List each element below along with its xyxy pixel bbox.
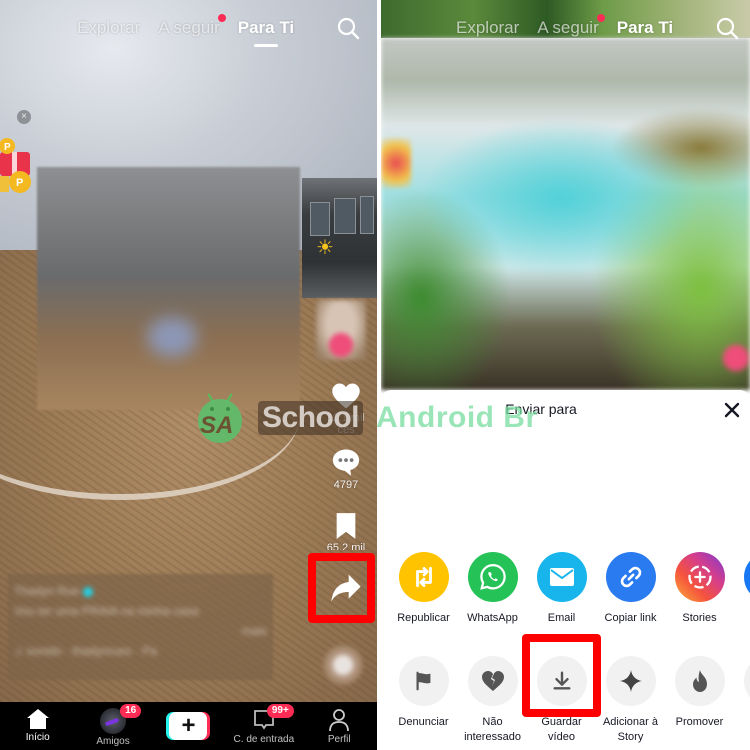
action-adicionar-story-label: Adicionar à Story	[602, 716, 659, 743]
action-denunciar-label: Denunciar	[398, 716, 449, 728]
home-icon	[26, 709, 49, 729]
tab-a-seguir-label: A seguir	[158, 18, 220, 37]
nav-create[interactable]: +	[153, 708, 223, 740]
share-facebook[interactable]: Fa	[734, 552, 750, 626]
music-info[interactable]: ♫ sonido · thadynrues · Pa	[14, 644, 267, 664]
share-targets-row: Republicar WhatsApp Email Copiar link St…	[389, 552, 750, 626]
comment-count: 4797	[333, 479, 359, 491]
share-republicar-label: Republicar	[397, 612, 450, 624]
tab-explorar[interactable]: Explorar	[456, 18, 519, 38]
verified-badge-icon	[83, 586, 94, 597]
share-whatsapp[interactable]: WhatsApp	[458, 552, 527, 626]
share-stories[interactable]: Stories	[665, 552, 734, 626]
bottom-navigation: Início 16 Amigos + 99+ C. de entrada Per…	[0, 702, 377, 750]
action-adicionar-story[interactable]: Adicionar à Story	[596, 656, 665, 745]
comment-button[interactable]: 4797	[322, 447, 370, 491]
tab-para-ti-label: Para Ti	[616, 18, 674, 37]
creator-username[interactable]: Thadyn Rue	[14, 584, 267, 604]
more-action-icon	[743, 656, 750, 706]
tab-para-ti[interactable]: Para Ti	[237, 18, 295, 47]
action-nao-interessado[interactable]: Não interessado	[458, 656, 527, 745]
video-caption: Thadyn Rue Vou ter uma PRAIA na minha ca…	[8, 574, 273, 680]
action-denunciar[interactable]: Denunciar	[389, 656, 458, 745]
active-tab-indicator	[253, 44, 278, 47]
android-logo-icon: SA	[198, 393, 242, 443]
bookmark-icon	[336, 513, 356, 539]
tab-a-seguir[interactable]: A seguir	[537, 14, 605, 38]
action-promover-label: Promover	[675, 716, 724, 728]
gift-close-icon[interactable]: ×	[17, 110, 31, 124]
search-icon[interactable]	[336, 16, 360, 40]
nav-amigos-label: Amigos	[96, 736, 130, 747]
share-email-label: Email	[547, 612, 576, 624]
inbox-badge: 99+	[266, 704, 294, 718]
nav-inicio-label: Início	[25, 732, 50, 743]
notification-dot	[596, 14, 605, 22]
notification-dot	[217, 14, 226, 22]
tab-a-seguir-label: A seguir	[537, 18, 599, 37]
tab-para-ti-label: Para Ti	[237, 18, 295, 37]
action-guardar-video-label: Guardar vídeo	[541, 716, 582, 743]
tab-para-ti[interactable]: Para Ti	[617, 18, 673, 38]
action-more-label: P	[734, 715, 750, 730]
broken-heart-icon	[467, 656, 518, 706]
action-promover[interactable]: Promover	[665, 656, 734, 745]
whatsapp-icon	[467, 552, 518, 602]
watermark-android-br: Android Br	[376, 401, 538, 434]
share-republicar[interactable]: Republicar	[389, 552, 458, 626]
nav-caixa-de-entrada[interactable]: 99+ C. de entrada	[229, 704, 299, 745]
tab-explorar[interactable]: Explorar	[77, 18, 140, 38]
profile-icon	[329, 709, 350, 732]
email-icon	[536, 552, 587, 602]
search-icon[interactable]	[715, 16, 739, 40]
share-copiar-link[interactable]: Copiar link	[596, 552, 665, 626]
watermark-school: School	[258, 401, 364, 435]
share-copiar-link-label: Copiar link	[604, 612, 657, 624]
share-facebook-label: Fa	[734, 611, 750, 626]
video-background-building	[302, 178, 377, 298]
nav-inicio[interactable]: Início	[3, 708, 73, 743]
action-nao-interessado-label: Não interessado	[464, 716, 521, 743]
share-whatsapp-label: WhatsApp	[467, 612, 518, 624]
nav-perfil[interactable]: Perfil	[304, 708, 374, 745]
sparkle-icon	[605, 656, 656, 706]
music-disc-icon[interactable]	[323, 645, 363, 685]
flag-icon	[398, 656, 449, 706]
sun-sticker-icon: ☀	[316, 237, 334, 259]
link-icon	[605, 552, 656, 602]
highlight-share-button	[308, 553, 375, 623]
caption-text: Vou ter uma PRAIA na minha casa	[14, 604, 199, 618]
action-more[interactable]: P	[734, 656, 750, 745]
caption-more[interactable]: mais	[14, 624, 267, 644]
nav-perfil-label: Perfil	[327, 734, 351, 745]
svg-text:P: P	[4, 142, 11, 153]
blurred-video-content	[37, 167, 300, 410]
creator-avatar[interactable]	[316, 300, 366, 360]
blurred-video-content	[381, 38, 750, 390]
facebook-icon	[743, 552, 750, 602]
feed-tabs: Explorar A seguir Para Ti	[77, 14, 312, 47]
create-plus-icon: +	[166, 712, 211, 740]
feed-tabs: Explorar A seguir Para Ti	[456, 14, 691, 39]
svg-text:SA: SA	[200, 412, 233, 439]
nav-amigos[interactable]: 16 Amigos	[78, 704, 148, 747]
share-stories-label: Stories	[682, 612, 717, 624]
repost-icon	[398, 552, 449, 602]
bookmark-button[interactable]: 65,2 mil	[322, 512, 370, 550]
svg-text:P: P	[16, 177, 23, 189]
flame-icon	[674, 656, 725, 706]
watermark: SA School Android Br	[192, 385, 572, 445]
tab-a-seguir[interactable]: A seguir	[158, 14, 226, 38]
friends-badge: 16	[120, 704, 142, 718]
coins-gift-icon[interactable]: P P	[0, 138, 32, 194]
bookmark-count: 65,2 mil	[326, 542, 366, 550]
stories-icon	[674, 552, 725, 602]
nav-inbox-label: C. de entrada	[233, 734, 295, 745]
left-screen-video-feed: × P P ☀ Explorar A seguir Para Ti 11,1 m…	[0, 0, 377, 750]
close-icon[interactable]	[721, 399, 743, 421]
comment-bubble-icon	[332, 449, 360, 476]
share-email[interactable]: Email	[527, 552, 596, 626]
highlight-save-video-button	[522, 634, 601, 717]
